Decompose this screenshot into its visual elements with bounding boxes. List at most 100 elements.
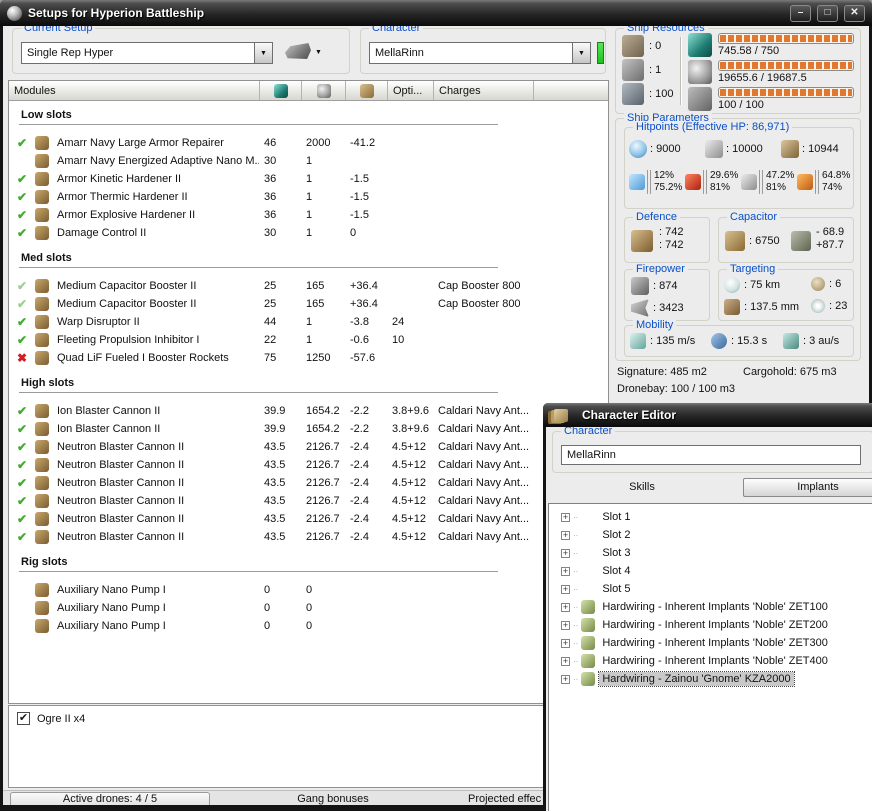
module-state-icon[interactable]: ✔	[9, 333, 35, 347]
module-name[interactable]: Armor Explosive Hardener II	[57, 209, 259, 221]
setup-select[interactable]: Single Rep Hyper	[21, 42, 273, 64]
tree-item-label[interactable]: Slot 2	[599, 528, 633, 542]
module-row[interactable]: ✔ Ion Blaster Cannon II 39.9 1654.2 -2.2…	[9, 420, 608, 438]
chevron-down-icon[interactable]	[254, 43, 272, 63]
modules-table-header[interactable]: Modules Opti... Charges	[9, 81, 608, 101]
tree-item[interactable]: Hardwiring - Inherent Implants 'Noble' Z…	[549, 616, 872, 634]
tree-item[interactable]: Slot 4	[549, 562, 872, 580]
module-name[interactable]: Armor Kinetic Hardener II	[57, 173, 259, 185]
tree-item[interactable]: Slot 1	[549, 508, 872, 526]
module-name[interactable]: Auxiliary Nano Pump I	[57, 620, 259, 632]
module-name[interactable]: Auxiliary Nano Pump I	[57, 584, 259, 596]
module-charge[interactable]: Caldari Navy Ant...	[433, 531, 533, 543]
module-name[interactable]: Ion Blaster Cannon II	[57, 405, 259, 417]
expander-icon[interactable]	[561, 638, 570, 648]
module-row[interactable]: ✔ Neutron Blaster Cannon II 43.5 2126.7 …	[9, 492, 608, 510]
chevron-down-icon[interactable]	[572, 43, 590, 63]
module-charge[interactable]: Caldari Navy Ant...	[433, 513, 533, 525]
tree-item[interactable]: Slot 3	[549, 544, 872, 562]
module-name[interactable]: Amarr Navy Energized Adaptive Nano M...	[57, 155, 259, 167]
expander-icon[interactable]	[561, 512, 570, 522]
expander-icon[interactable]	[561, 620, 570, 630]
tree-item[interactable]: Hardwiring - Zainou 'Gnome' KZA2000	[549, 670, 872, 688]
module-state-icon[interactable]: ✔	[9, 422, 35, 436]
module-name[interactable]: Amarr Navy Large Armor Repairer	[57, 137, 259, 149]
module-charge[interactable]: Cap Booster 800	[433, 298, 533, 310]
module-row[interactable]: ✔ Armor Kinetic Hardener II 36 1 -1.5	[9, 170, 608, 188]
module-row[interactable]: ✔ Medium Capacitor Booster II 25 165 +36…	[9, 277, 608, 295]
main-titlebar[interactable]: Setups for Hyperion Battleship – □ ✕	[0, 0, 872, 26]
module-name[interactable]: Medium Capacitor Booster II	[57, 280, 259, 292]
tree-item-label[interactable]: Slot 5	[599, 582, 633, 596]
module-row[interactable]: ✔ Medium Capacitor Booster II 25 165 +36…	[9, 295, 608, 313]
tree-item-label[interactable]: Hardwiring - Inherent Implants 'Noble' Z…	[599, 636, 831, 650]
module-charge[interactable]: Caldari Navy Ant...	[433, 423, 533, 435]
module-name[interactable]: Damage Control II	[57, 227, 259, 239]
module-name[interactable]: Medium Capacitor Booster II	[57, 298, 259, 310]
cpu-column-header[interactable]	[259, 81, 301, 100]
module-state-icon[interactable]: ✔	[9, 208, 35, 222]
module-state-icon[interactable]: ✔	[9, 136, 35, 150]
expander-icon[interactable]	[561, 566, 570, 576]
module-state-icon[interactable]: ✔	[9, 279, 35, 293]
tab-implants[interactable]: Implants	[743, 478, 872, 497]
module-state-icon[interactable]: ✔	[9, 172, 35, 186]
tree-item[interactable]: Hardwiring - Inherent Implants 'Noble' Z…	[549, 634, 872, 652]
module-row[interactable]: ✔ Amarr Navy Large Armor Repairer 46 200…	[9, 134, 608, 152]
module-state-icon[interactable]: ✔	[9, 226, 35, 240]
module-name[interactable]: Quad LiF Fueled I Booster Rockets	[57, 352, 259, 364]
module-row[interactable]: ✔ Neutron Blaster Cannon II 43.5 2126.7 …	[9, 438, 608, 456]
ship-type-button[interactable]	[285, 43, 322, 59]
module-charge[interactable]: Caldari Navy Ant...	[433, 441, 533, 453]
drone-row[interactable]: ✔ Ogre II x4	[17, 712, 608, 725]
module-name[interactable]: Warp Disruptor II	[57, 316, 259, 328]
module-state-icon[interactable]: ✔	[9, 440, 35, 454]
expander-icon[interactable]	[561, 674, 570, 684]
module-row[interactable]: ✔ Warp Disruptor II 44 1 -3.8 24	[9, 313, 608, 331]
tree-item[interactable]: Slot 2	[549, 526, 872, 544]
expander-icon[interactable]	[561, 548, 570, 558]
module-name[interactable]: Fleeting Propulsion Inhibitor I	[57, 334, 259, 346]
drone-label[interactable]: Ogre II x4	[37, 713, 85, 725]
module-name[interactable]: Neutron Blaster Cannon II	[57, 531, 259, 543]
module-row[interactable]: Auxiliary Nano Pump I 0 0	[9, 617, 608, 635]
module-name[interactable]: Ion Blaster Cannon II	[57, 423, 259, 435]
tree-item-label[interactable]: Slot 3	[599, 546, 633, 560]
tree-item[interactable]: Slot 5	[549, 580, 872, 598]
tree-item-label[interactable]: Hardwiring - Inherent Implants 'Noble' Z…	[599, 618, 831, 632]
module-state-icon[interactable]: ✔	[9, 315, 35, 329]
module-state-icon[interactable]: ✔	[9, 404, 35, 418]
module-row[interactable]: ✔ Armor Explosive Hardener II 36 1 -1.5	[9, 206, 608, 224]
tree-item-label[interactable]: Slot 1	[599, 510, 633, 524]
module-name[interactable]: Neutron Blaster Cannon II	[57, 513, 259, 525]
powergrid-column-header[interactable]	[301, 81, 345, 100]
module-charge[interactable]: Cap Booster 800	[433, 280, 533, 292]
module-row[interactable]: Amarr Navy Energized Adaptive Nano M... …	[9, 152, 608, 170]
module-name[interactable]: Neutron Blaster Cannon II	[57, 477, 259, 489]
character-select[interactable]: MellaRinn	[369, 42, 591, 64]
capacitor-column-header[interactable]	[345, 81, 387, 100]
module-charge[interactable]: Caldari Navy Ant...	[433, 477, 533, 489]
editor-character-input[interactable]: MellaRinn	[561, 445, 861, 465]
tree-item-label[interactable]: Hardwiring - Zainou 'Gnome' KZA2000	[598, 671, 795, 687]
module-state-icon[interactable]: ✖	[9, 351, 35, 365]
module-row[interactable]: ✔ Neutron Blaster Cannon II 43.5 2126.7 …	[9, 474, 608, 492]
module-state-icon[interactable]: ✔	[9, 512, 35, 526]
module-name[interactable]: Neutron Blaster Cannon II	[57, 441, 259, 453]
module-state-icon[interactable]: ✔	[9, 530, 35, 544]
tree-item-label[interactable]: Hardwiring - Inherent Implants 'Noble' Z…	[599, 600, 831, 614]
module-state-icon[interactable]: ✔	[9, 494, 35, 508]
expander-icon[interactable]	[561, 530, 570, 540]
module-name[interactable]: Neutron Blaster Cannon II	[57, 459, 259, 471]
module-row[interactable]: ✔ Neutron Blaster Cannon II 43.5 2126.7 …	[9, 510, 608, 528]
module-row[interactable]: ✔ Damage Control II 30 1 0	[9, 224, 608, 242]
module-row[interactable]: Auxiliary Nano Pump I 0 0	[9, 581, 608, 599]
module-row[interactable]: ✔ Neutron Blaster Cannon II 43.5 2126.7 …	[9, 456, 608, 474]
projected-effects-panel[interactable]: Projected effec	[468, 793, 541, 805]
expander-icon[interactable]	[561, 584, 570, 594]
expander-icon[interactable]	[561, 656, 570, 666]
module-state-icon[interactable]: ✔	[9, 190, 35, 204]
module-state-icon[interactable]: ✔	[9, 458, 35, 472]
expander-icon[interactable]	[561, 602, 570, 612]
tab-skills[interactable]: Skills	[582, 481, 702, 493]
